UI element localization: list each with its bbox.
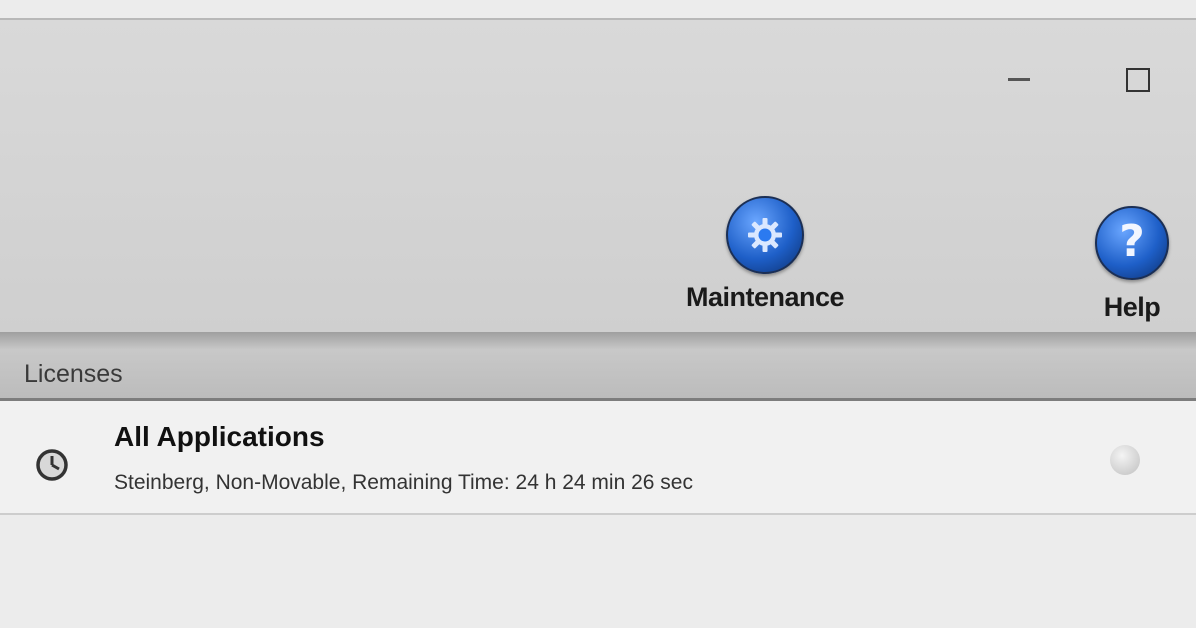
- maximize-icon[interactable]: [1126, 68, 1150, 92]
- minimize-icon[interactable]: [1006, 60, 1032, 90]
- window-title-strip: [0, 0, 1196, 20]
- license-title: All Applications: [114, 421, 325, 452]
- status-dot-icon: [1110, 445, 1140, 475]
- license-row[interactable]: All Applications Steinberg, Non-Movable,…: [0, 401, 1196, 515]
- question-mark-glyph: ?: [1119, 216, 1145, 267]
- license-list: All Applications Steinberg, Non-Movable,…: [0, 401, 1196, 628]
- maintenance-button[interactable]: Maintenance: [660, 196, 870, 313]
- clock-icon: [36, 449, 68, 481]
- help-icon: ?: [1095, 206, 1169, 280]
- maintenance-label: Maintenance: [685, 282, 845, 312]
- licenses-header: Licenses: [0, 350, 1196, 401]
- section-title: Licenses: [24, 360, 123, 388]
- help-label: Help: [1103, 292, 1161, 322]
- help-button[interactable]: ? Help: [1082, 206, 1182, 323]
- toolbar-divider: [0, 332, 1196, 350]
- gear-icon: [726, 196, 804, 274]
- license-detail: Steinberg, Non-Movable, Remaining Time: …: [114, 471, 693, 494]
